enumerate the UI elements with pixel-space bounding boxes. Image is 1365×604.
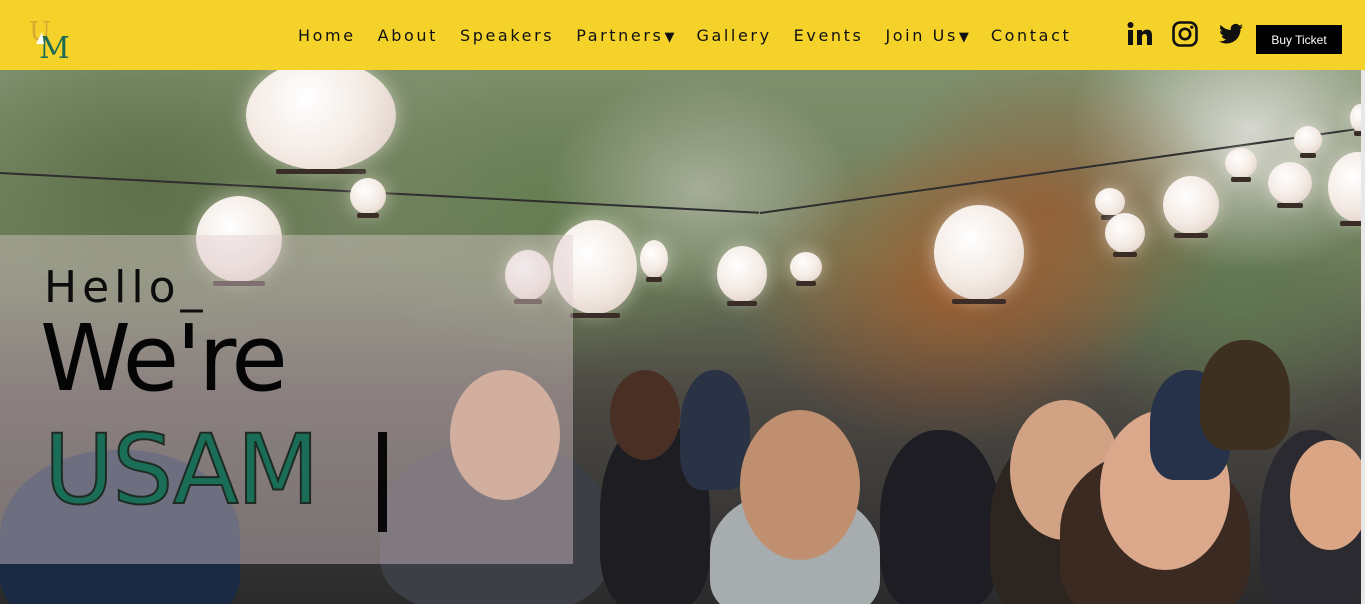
- paper-lantern: [1225, 148, 1257, 182]
- paper-lantern: [934, 205, 1024, 304]
- nav-speakers[interactable]: Speakers: [460, 26, 554, 45]
- nav-speakers-label: Speakers: [459, 25, 555, 45]
- paper-lantern: [717, 246, 767, 306]
- nav-contact[interactable]: Contact: [991, 26, 1071, 45]
- nav-home[interactable]: Home: [298, 26, 356, 45]
- nav-about[interactable]: About: [378, 26, 438, 45]
- buy-ticket-label: Buy Ticket: [1271, 32, 1327, 47]
- paper-lantern: [640, 240, 668, 282]
- paper-lantern: [790, 252, 822, 286]
- crowd-person: [680, 370, 750, 490]
- chevron-down-icon: ▼: [664, 29, 675, 45]
- paper-lantern: [246, 70, 396, 174]
- paper-lantern: [1105, 213, 1145, 257]
- nav-events[interactable]: Events: [794, 26, 864, 45]
- instagram-icon[interactable]: [1171, 20, 1199, 48]
- nav-home-label: Home: [298, 25, 356, 45]
- nav-gallery-label: Gallery: [696, 25, 772, 45]
- nav-join-us[interactable]: Join Us▼: [885, 26, 968, 45]
- linkedin-icon[interactable]: [1126, 20, 1154, 48]
- paper-lantern: [350, 178, 386, 218]
- nav-gallery[interactable]: Gallery: [696, 26, 771, 45]
- nav-partners[interactable]: Partners▼: [576, 26, 674, 45]
- main-nav: Home About Speakers Partners▼ Gallery Ev…: [298, 0, 1093, 70]
- crowd-head: [610, 370, 680, 460]
- paper-lantern: [1294, 126, 1322, 158]
- logo-m-glyph: M: [39, 31, 70, 60]
- nav-contact-label: Contact: [990, 25, 1072, 45]
- buy-ticket-button[interactable]: Buy Ticket: [1256, 25, 1342, 54]
- hero-usam-text: USAM: [43, 414, 320, 526]
- paper-lantern: [1268, 162, 1312, 208]
- crowd-person: [880, 430, 1000, 604]
- page-scrollbar[interactable]: [1361, 70, 1365, 604]
- usam-logo[interactable]: U M: [28, 14, 72, 60]
- paper-lantern: [1328, 152, 1365, 226]
- typing-cursor: [378, 432, 387, 532]
- site-header: U M Home About Speakers Partners▼ Galler…: [0, 0, 1365, 70]
- paper-lantern: [1095, 188, 1125, 220]
- nav-partners-label: Partners: [576, 25, 664, 45]
- crowd-person: [1200, 340, 1290, 450]
- crowd-head: [1290, 440, 1365, 550]
- twitter-icon[interactable]: [1217, 20, 1245, 48]
- crowd-head: [740, 410, 860, 560]
- nav-events-label: Events: [793, 25, 864, 45]
- chevron-down-icon: ▼: [958, 29, 969, 45]
- hero-were-text: We're: [40, 305, 288, 412]
- paper-lantern: [1163, 176, 1219, 238]
- nav-join-us-label: Join Us: [885, 25, 958, 45]
- nav-about-label: About: [377, 25, 438, 45]
